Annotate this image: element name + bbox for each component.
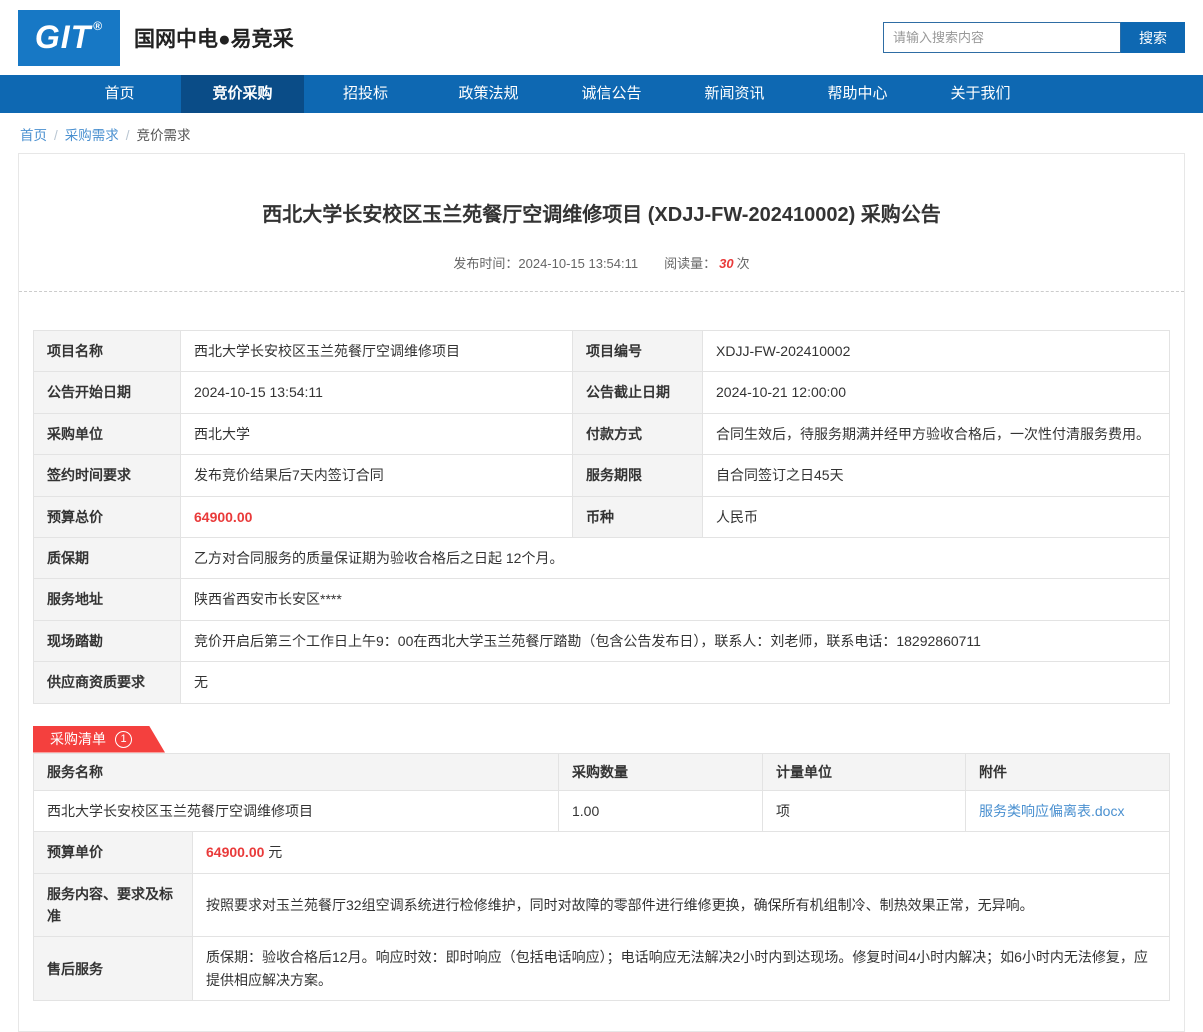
table-row: 采购单位 西北大学 付款方式 合同生效后，待服务期满并经甲方验收合格后，一次性付… [33, 412, 1170, 456]
field-value: 西北大学长安校区玉兰苑餐厅空调维修项目 [180, 329, 573, 373]
registered-mark-icon: ® [93, 18, 104, 33]
main-nav: 首页 竞价采购 招投标 政策法规 诚信公告 新闻资讯 帮助中心 关于我们 [0, 75, 1203, 113]
table-row: 西北大学长安校区玉兰苑餐厅空调维修项目 1.00 项 服务类响应偏离表.docx [33, 789, 1170, 833]
field-label: 预算总价 [33, 495, 181, 538]
search-button[interactable]: 搜索 [1121, 22, 1185, 53]
field-label: 项目名称 [33, 329, 181, 373]
unit-price-suffix: 元 [268, 844, 283, 861]
table-row: 现场踏勘 竞价开启后第三个工作日上午9：00在西北大学玉兰苑餐厅踏勘（包含公告发… [33, 619, 1170, 663]
table-row: 项目名称 西北大学长安校区玉兰苑餐厅空调维修项目 项目编号 XDJJ-FW-20… [33, 329, 1170, 373]
field-value: 陕西省西安市长安区**** [180, 578, 1170, 621]
search-bar: 搜索 [883, 22, 1185, 53]
field-label: 服务地址 [33, 578, 181, 621]
field-label: 供应商资质要求 [33, 661, 181, 704]
field-label: 采购单位 [33, 412, 181, 456]
breadcrumb-separator: / [54, 128, 58, 143]
site-header: GIT® 国网中电●易竞采 搜索 [0, 0, 1203, 75]
page-title: 西北大学长安校区玉兰苑餐厅空调维修项目 (XDJJ-FW-202410002) … [262, 204, 941, 226]
unit-cell: 项 [762, 789, 966, 833]
field-value: 发布竞价结果后7天内签订合同 [180, 454, 573, 497]
views-unit: 次 [736, 256, 750, 271]
field-label: 公告开始日期 [33, 371, 181, 414]
field-value: 合同生效后，待服务期满并经甲方验收合格后，一次性付清服务费用。 [702, 412, 1170, 456]
search-input[interactable] [883, 22, 1121, 53]
breadcrumb-separator: / [125, 128, 130, 143]
field-label: 质保期 [33, 536, 181, 580]
field-value: 2024-10-15 13:54:11 [180, 371, 573, 414]
unit-price-cell: 64900.00 元 [192, 831, 1170, 874]
table-row: 预算总价 64900.00 币种 人民币 [33, 495, 1170, 538]
field-value: 自合同签订之日45天 [702, 454, 1170, 497]
table-row: 公告开始日期 2024-10-15 13:54:11 公告截止日期 2024-1… [33, 371, 1170, 414]
field-value: 乙方对合同服务的质量保证期为验收合格后之日起 12个月。 [180, 536, 1170, 580]
purchase-detail-table: 预算单价 64900.00 元 服务内容、要求及标准 按照要求对玉兰苑餐厅32组… [33, 831, 1170, 1002]
field-label: 项目编号 [572, 329, 703, 373]
table-row: 质保期 乙方对合同服务的质量保证期为验收合格后之日起 12个月。 [33, 536, 1170, 580]
nav-item-home[interactable]: 首页 [58, 75, 181, 113]
purchase-list-badge: 采购清单 1 [33, 726, 165, 753]
field-label: 公告截止日期 [572, 371, 703, 414]
views-label: 阅读量： [664, 256, 717, 271]
column-header-quantity: 采购数量 [558, 752, 763, 791]
quantity-cell: 1.00 [558, 789, 763, 833]
breadcrumb-home[interactable]: 首页 [20, 128, 47, 143]
budget-total-value: 64900.00 [180, 495, 573, 538]
field-label: 现场踏勘 [33, 619, 181, 663]
nav-item-about[interactable]: 关于我们 [919, 75, 1042, 113]
divider [19, 291, 1184, 292]
column-header-attachment: 附件 [965, 752, 1170, 791]
announcement-meta: 发布时间：2024-10-15 13:54:11 阅读量： 30 次 [33, 253, 1170, 272]
project-info-table: 项目名称 西北大学长安校区玉兰苑餐厅空调维修项目 项目编号 XDJJ-FW-20… [33, 329, 1170, 704]
views-count: 30 [719, 256, 734, 271]
site-logo[interactable]: GIT ® [18, 9, 120, 66]
brand-name: 国网中电●易竞采 [134, 27, 294, 51]
field-label: 服务期限 [572, 454, 703, 497]
field-label: 服务内容、要求及标准 [33, 872, 193, 938]
purchase-list-badge-label: 采购清单 [50, 731, 106, 748]
breadcrumb: 首页 / 采购需求 / 竞价需求 [0, 113, 1203, 153]
table-row: 服务地址 陕西省西安市长安区**** [33, 578, 1170, 621]
column-header-unit: 计量单位 [762, 752, 966, 791]
service-name-cell: 西北大学长安校区玉兰苑餐厅空调维修项目 [33, 789, 559, 833]
column-header-service-name: 服务名称 [33, 752, 559, 791]
publish-time-label: 发布时间： [453, 256, 519, 271]
logo-text: GIT [34, 19, 92, 55]
nav-item-news[interactable]: 新闻资讯 [673, 75, 796, 113]
nav-item-policy[interactable]: 政策法规 [427, 75, 550, 113]
breadcrumb-purchase-demand[interactable]: 采购需求 [65, 128, 119, 143]
field-value: 人民币 [702, 495, 1170, 538]
field-value: 按照要求对玉兰苑餐厅32组空调系统进行检修维护，同时对故障的零部件进行维修更换，… [192, 872, 1170, 938]
table-row: 服务内容、要求及标准 按照要求对玉兰苑餐厅32组空调系统进行检修维护，同时对故障… [33, 872, 1170, 938]
field-label: 签约时间要求 [33, 454, 181, 497]
purchase-list-table: 服务名称 采购数量 计量单位 附件 西北大学长安校区玉兰苑餐厅空调维修项目 1.… [33, 752, 1170, 833]
nav-item-integrity[interactable]: 诚信公告 [550, 75, 673, 113]
breadcrumb-current: 竞价需求 [136, 128, 191, 143]
field-label: 币种 [572, 495, 703, 538]
table-row: 预算单价 64900.00 元 [33, 831, 1170, 874]
attachment-link[interactable]: 服务类响应偏离表.docx [979, 803, 1124, 819]
nav-item-bidding-purchase[interactable]: 竞价采购 [181, 75, 304, 113]
nav-item-help[interactable]: 帮助中心 [796, 75, 919, 113]
attachment-cell: 服务类响应偏离表.docx [965, 789, 1170, 833]
field-value: 无 [180, 661, 1170, 704]
field-value: 西北大学 [180, 412, 573, 456]
publish-time-value: 2024-10-15 13:54:11 [518, 256, 639, 271]
field-value: XDJJ-FW-202410002 [702, 329, 1170, 373]
field-value: 2024-10-21 12:00:00 [702, 371, 1170, 414]
field-value: 竞价开启后第三个工作日上午9：00在西北大学玉兰苑餐厅踏勘（包含公告发布日），联… [180, 619, 1170, 663]
field-label: 预算单价 [33, 831, 193, 874]
budget-total-amount: 64900.00 [194, 508, 253, 525]
announcement-card: 西北大学长安校区玉兰苑餐厅空调维修项目 (XDJJ-FW-202410002) … [18, 153, 1185, 1032]
nav-item-tender[interactable]: 招投标 [304, 75, 427, 113]
brand-area: GIT ® 国网中电●易竞采 [18, 9, 294, 66]
field-label: 付款方式 [572, 412, 703, 456]
table-row: 签约时间要求 发布竞价结果后7天内签订合同 服务期限 自合同签订之日45天 [33, 454, 1170, 497]
table-header-row: 服务名称 采购数量 计量单位 附件 [33, 752, 1170, 791]
purchase-list-count-badge: 1 [115, 731, 132, 748]
table-row: 供应商资质要求 无 [33, 661, 1170, 704]
unit-price-amount: 64900.00 [206, 844, 265, 861]
